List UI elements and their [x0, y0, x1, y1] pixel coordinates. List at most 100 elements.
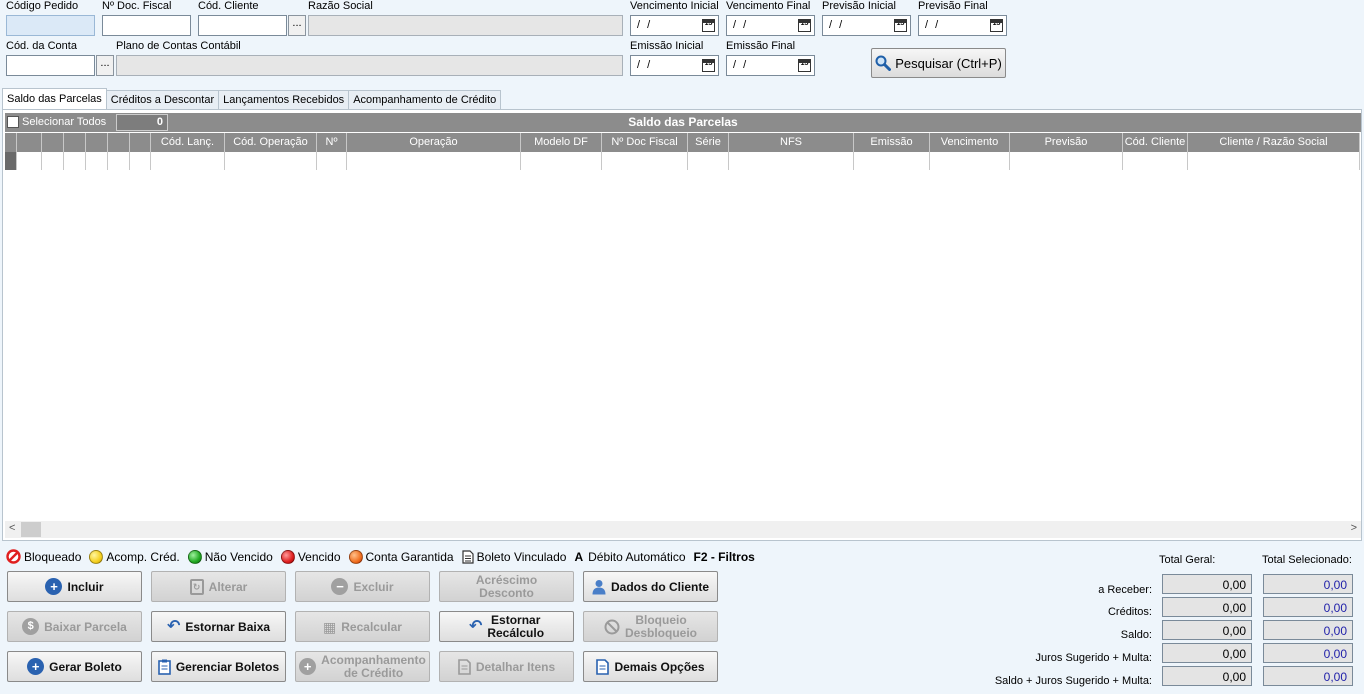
column-header-nfs[interactable]: NFS: [729, 133, 854, 152]
calendar-icon[interactable]: 15: [894, 19, 907, 32]
dados-cliente-button[interactable]: Dados do Cliente: [583, 571, 718, 602]
scroll-right-icon[interactable]: >: [1351, 522, 1357, 534]
cod-conta-input[interactable]: [6, 55, 95, 76]
table-cell[interactable]: [854, 152, 930, 170]
column-header-cod-operacao[interactable]: Cód. Operação: [225, 133, 317, 152]
table-cell[interactable]: [108, 152, 130, 170]
table-cell[interactable]: [225, 152, 317, 170]
column-header-previsao[interactable]: Previsão: [1010, 133, 1123, 152]
doc-fiscal-input[interactable]: [102, 15, 191, 36]
total-geral-saldo: 0,00: [1162, 620, 1252, 640]
table-row[interactable]: [5, 152, 1360, 170]
column-header-serie[interactable]: Série: [688, 133, 729, 152]
table-cell[interactable]: [130, 152, 151, 170]
table-cell[interactable]: [521, 152, 602, 170]
calculator-icon: ▦: [323, 618, 337, 635]
column-header[interactable]: [42, 133, 64, 152]
column-header[interactable]: [64, 133, 86, 152]
column-header-numero[interactable]: Nº: [317, 133, 347, 152]
table-cell[interactable]: [1010, 152, 1123, 170]
scrollbar-thumb[interactable]: [21, 522, 41, 537]
column-header[interactable]: [86, 133, 108, 152]
legend-acomp-cred: Acomp. Créd.: [89, 549, 180, 564]
column-header-modelo-df[interactable]: Modelo DF: [521, 133, 602, 152]
table-cell[interactable]: [86, 152, 108, 170]
column-header[interactable]: [130, 133, 151, 152]
table-cell[interactable]: [17, 152, 42, 170]
plus-icon: +: [27, 658, 45, 675]
codigo-pedido-input[interactable]: [6, 15, 95, 36]
table-cell[interactable]: [151, 152, 225, 170]
table-cell[interactable]: [347, 152, 521, 170]
column-header-cod-lanc[interactable]: Cód. Lanç.: [151, 133, 225, 152]
cod-cliente-lookup-button[interactable]: ...: [288, 15, 306, 36]
table-cell[interactable]: [64, 152, 86, 170]
horizontal-scrollbar[interactable]: < >: [5, 521, 1361, 538]
tab-acompanhamento-credito[interactable]: Acompanhamento de Crédito: [348, 90, 502, 109]
prev-final-input[interactable]: / / 15: [918, 15, 1007, 36]
recalcular-button[interactable]: ▦ Recalcular: [295, 611, 430, 642]
estornar-baixa-button[interactable]: ↶ Estornar Baixa: [151, 611, 286, 642]
column-header[interactable]: [17, 133, 42, 152]
calendar-icon[interactable]: 15: [990, 19, 1003, 32]
acrescimo-desconto-button[interactable]: Acréscimo Desconto: [439, 571, 574, 602]
table-cell[interactable]: [317, 152, 347, 170]
detalhar-itens-button[interactable]: Detalhar Itens: [439, 651, 574, 682]
table-cell[interactable]: [602, 152, 688, 170]
calendar-icon[interactable]: 15: [798, 59, 811, 72]
legend-label: Vencido: [297, 549, 341, 564]
incluir-label: Incluir: [67, 579, 104, 594]
total-selecionado-saldo: 0,00: [1263, 620, 1353, 640]
column-header-cliente-razao-social[interactable]: Cliente / Razão Social: [1188, 133, 1360, 152]
table-cell[interactable]: [930, 152, 1010, 170]
calendar-icon[interactable]: 15: [702, 19, 715, 32]
emis-final-input[interactable]: / / 15: [726, 55, 815, 76]
incluir-button[interactable]: + Incluir: [7, 571, 142, 602]
venc-inicial-input[interactable]: / / 15: [630, 15, 719, 36]
alterar-button[interactable]: ↻ Alterar: [151, 571, 286, 602]
legend-label: Acomp. Créd.: [106, 549, 180, 564]
column-header-doc-fiscal[interactable]: Nº Doc Fiscal: [602, 133, 688, 152]
table-cell[interactable]: [1123, 152, 1188, 170]
table-cell[interactable]: [688, 152, 729, 170]
demais-opcoes-button[interactable]: Demais Opções: [583, 651, 718, 682]
cod-cliente-input[interactable]: [198, 15, 287, 36]
tab-lancamentos-recebidos[interactable]: Lançamentos Recebidos: [218, 90, 350, 109]
column-header[interactable]: [5, 133, 17, 152]
column-header[interactable]: [108, 133, 130, 152]
tab-saldo-parcelas[interactable]: Saldo das Parcelas: [2, 88, 107, 109]
column-header-vencimento[interactable]: Vencimento: [930, 133, 1010, 152]
column-header-cod-cliente[interactable]: Cód. Cliente: [1123, 133, 1188, 152]
excluir-button[interactable]: − Excluir: [295, 571, 430, 602]
prev-inicial-input[interactable]: / / 15: [822, 15, 911, 36]
baixar-parcela-label: Baixar Parcela: [44, 619, 127, 634]
legend-label: Conta Garantida: [365, 549, 454, 564]
tab-creditos-descontar[interactable]: Créditos a Descontar: [105, 90, 220, 109]
estornar-recalculo-button[interactable]: ↶ Estornar Recálculo: [439, 611, 574, 642]
gerenciar-boletos-button[interactable]: Gerenciar Boletos: [151, 651, 286, 682]
de-credito-label: de Crédito: [343, 666, 404, 680]
table-cell[interactable]: [1188, 152, 1360, 170]
cod-conta-label: Cód. da Conta: [6, 40, 77, 52]
table-cell[interactable]: [42, 152, 64, 170]
baixar-parcela-button[interactable]: $ Baixar Parcela: [7, 611, 142, 642]
dados-cliente-label: Dados do Cliente: [610, 579, 709, 594]
venc-final-input[interactable]: / / 15: [726, 15, 815, 36]
emis-inicial-value: / /: [637, 59, 653, 71]
column-header-emissao[interactable]: Emissão: [854, 133, 930, 152]
select-all-checkbox[interactable]: [7, 116, 19, 128]
column-header-operacao[interactable]: Operação: [347, 133, 521, 152]
calendar-icon[interactable]: 15: [798, 19, 811, 32]
search-button[interactable]: Pesquisar (Ctrl+P): [871, 48, 1006, 78]
search-button-label: Pesquisar (Ctrl+P): [895, 55, 1002, 71]
acompanhamento-credito-button[interactable]: + Acompanhamento de Crédito: [295, 651, 430, 682]
legend-boleto-vinculado: Boleto Vinculado: [461, 549, 566, 564]
cod-conta-lookup-button[interactable]: ...: [96, 55, 114, 76]
gerar-boleto-button[interactable]: + Gerar Boleto: [7, 651, 142, 682]
table-cell[interactable]: [729, 152, 854, 170]
document-icon: [461, 549, 474, 564]
calendar-icon[interactable]: 15: [702, 59, 715, 72]
emis-inicial-input[interactable]: / / 15: [630, 55, 719, 76]
bloqueio-desbloqueio-button[interactable]: Bloqueio Desbloqueio: [583, 611, 718, 642]
scroll-left-icon[interactable]: <: [9, 522, 15, 534]
